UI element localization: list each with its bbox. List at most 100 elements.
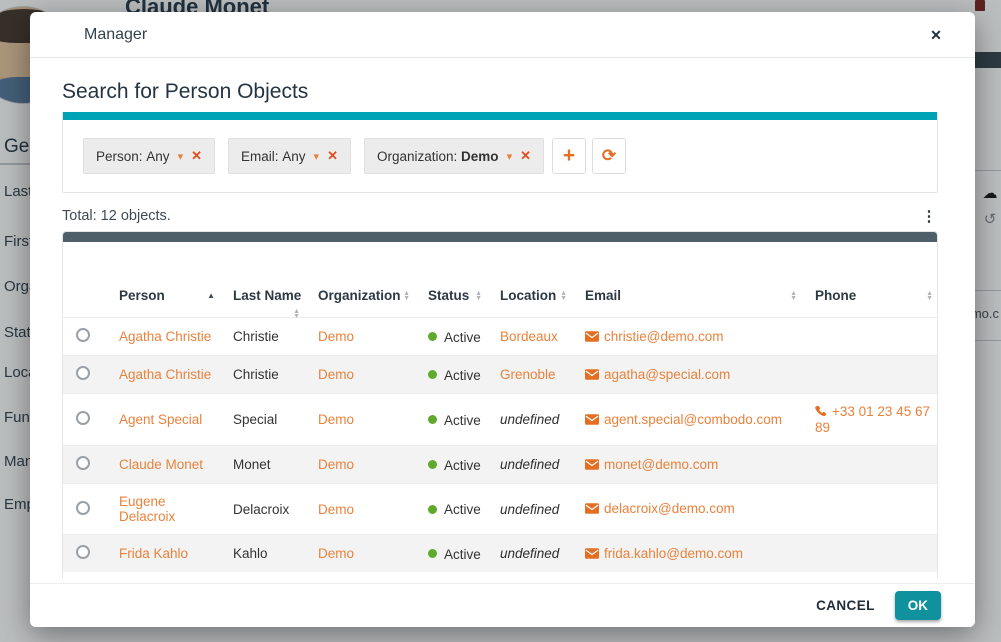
column-label: Status [428,288,469,303]
location-undefined-text: undefined [500,502,559,517]
organization-link[interactable]: Demo [318,412,354,427]
sort-icon[interactable]: ▲▼ [560,291,567,301]
column-header-organization[interactable]: Organization▲▼ [306,242,416,318]
row-radio-button[interactable] [76,501,90,515]
status-active-icon [428,370,437,379]
table-row[interactable]: Agatha Christie Christie Demo Active Bordeau… [63,318,938,356]
column-header-phone[interactable]: Phone ▲▼ [803,242,938,318]
ok-button[interactable]: OK [895,591,941,620]
email-link[interactable]: monet@demo.com [604,457,718,472]
table-accent-bar [63,232,937,242]
email-link[interactable]: frida.kahlo@demo.com [604,546,743,561]
location-link[interactable]: Grenoble [500,367,556,382]
row-radio-button[interactable] [76,328,90,342]
total-objects-text: Total: 12 objects. [62,208,171,224]
sort-icon[interactable]: ▲▼ [293,309,300,319]
organization-link[interactable]: Demo [318,457,354,472]
column-header-status[interactable]: Status ▲▼ [416,242,488,318]
last-name-text: Special [233,412,277,427]
email-link[interactable]: agent.special@combodo.com [604,412,782,427]
person-link[interactable]: Agatha Christie [119,329,211,344]
organization-link[interactable]: Demo [318,502,354,517]
status-active-icon [428,505,437,514]
envelope-icon [585,547,599,562]
sort-asc-icon[interactable]: ▲ [207,292,215,300]
column-label: Phone [815,288,856,303]
location-undefined-text: undefined [500,412,559,427]
row-radio-button[interactable] [76,456,90,470]
sort-icon[interactable]: ▲▼ [926,291,933,301]
envelope-icon [585,413,599,428]
last-name-text: Christie [233,329,279,344]
email-link[interactable]: christie@demo.com [604,329,724,344]
envelope-icon [585,458,599,473]
person-link[interactable]: Claude Monet [119,457,203,472]
remove-filter-icon[interactable]: ✕ [520,148,531,164]
row-radio-button[interactable] [76,411,90,425]
column-header-last-name[interactable]: Last Name ▲▼ [221,242,306,318]
modal-title: Manager [84,26,147,43]
modal-body: Search for Person Objects Person: Any ▾ … [30,80,975,578]
person-link[interactable]: Agatha Christie [119,367,211,382]
refresh-button[interactable]: ⟳ [592,138,626,174]
results-summary-row: Total: 12 objects. ⋮ [62,207,938,225]
cancel-button[interactable]: CANCEL [816,598,875,613]
filter-chip-label: Person: Any [96,149,170,164]
last-name-text: Delacroix [233,502,289,517]
column-header-email[interactable]: Email▲▼ [573,242,803,318]
chevron-down-icon[interactable]: ▾ [178,150,184,163]
organization-link[interactable]: Demo [318,329,354,344]
column-header-person[interactable]: Person ▲ [103,242,221,318]
organization-link[interactable]: Demo [318,367,354,382]
column-label: Organization [318,288,401,303]
last-name-text: Christie [233,367,279,382]
last-name-text: Monet [233,457,271,472]
chevron-down-icon[interactable]: ▾ [314,150,320,163]
table-header-row: Person▲Last Name▲▼Organization▲▼Status▲▼… [63,242,938,318]
status-active-icon [428,549,437,558]
close-icon[interactable]: ✕ [925,24,947,46]
email-link[interactable]: agatha@special.com [604,367,730,382]
search-accent-bar [63,112,937,120]
column-label: Location [500,288,556,303]
results-table: Person▲Last Name▲▼Organization▲▼Status▲▼… [63,242,938,572]
modal-header: Manager ✕ [30,12,975,58]
person-link[interactable]: Eugene Delacroix [119,494,175,524]
kebab-menu-icon[interactable]: ⋮ [920,207,938,225]
phone-link[interactable]: +33 01 23 45 67 89 [815,404,930,435]
status-text: Active [444,502,481,517]
table-row[interactable]: Agent SpecialSpecialDemoActiveundefineda… [63,394,938,446]
column-label: Last Name [233,288,301,303]
sort-icon[interactable]: ▲▼ [790,291,797,301]
filter-chip-label: Email: Any [241,149,306,164]
column-label: Person [119,288,165,303]
status-text: Active [444,457,481,472]
table-row[interactable]: Claude MonetMonetDemoActiveundefinedmone… [63,446,938,484]
person-link[interactable]: Frida Kahlo [119,546,188,561]
manager-modal: Manager ✕ Search for Person Objects Pers… [30,12,975,627]
remove-filter-icon[interactable]: ✕ [327,148,338,164]
row-radio-button[interactable] [76,545,90,559]
location-link[interactable]: Bordeaux [500,329,558,344]
add-criterion-button[interactable]: + [552,138,586,174]
table-row[interactable]: Frida KahloKahloDemoActiveundefinedfrida… [63,535,938,573]
email-link[interactable]: delacroix@demo.com [604,501,735,516]
row-radio-button[interactable] [76,366,90,380]
person-link[interactable]: Agent Special [119,412,202,427]
filter-chip-email[interactable]: Email: Any ▾ ✕ [228,138,351,174]
results-table-panel: Person▲Last Name▲▼Organization▲▼Status▲▼… [62,231,938,578]
chevron-down-icon[interactable]: ▾ [507,150,513,163]
column-header-location[interactable]: Location ▲▼ [488,242,573,318]
sort-icon[interactable]: ▲▼ [403,291,410,301]
search-panel: Person: Any ▾ ✕ Email: Any ▾ ✕ Organizat… [62,112,938,193]
organization-link[interactable]: Demo [318,546,354,561]
filter-chip-organization[interactable]: Organization: Demo ▾ ✕ [364,138,544,174]
sort-icon[interactable]: ▲▼ [475,291,482,301]
filter-chip-person[interactable]: Person: Any ▾ ✕ [83,138,215,174]
location-undefined-text: undefined [500,546,559,561]
status-text: Active [444,329,481,344]
phone-icon [815,405,827,420]
table-row[interactable]: Eugene Delacroix Delacroix Demo Active undef… [63,484,938,535]
remove-filter-icon[interactable]: ✕ [191,148,202,164]
table-row[interactable]: Agatha ChristieChristieDemoActiveGrenobl… [63,356,938,394]
